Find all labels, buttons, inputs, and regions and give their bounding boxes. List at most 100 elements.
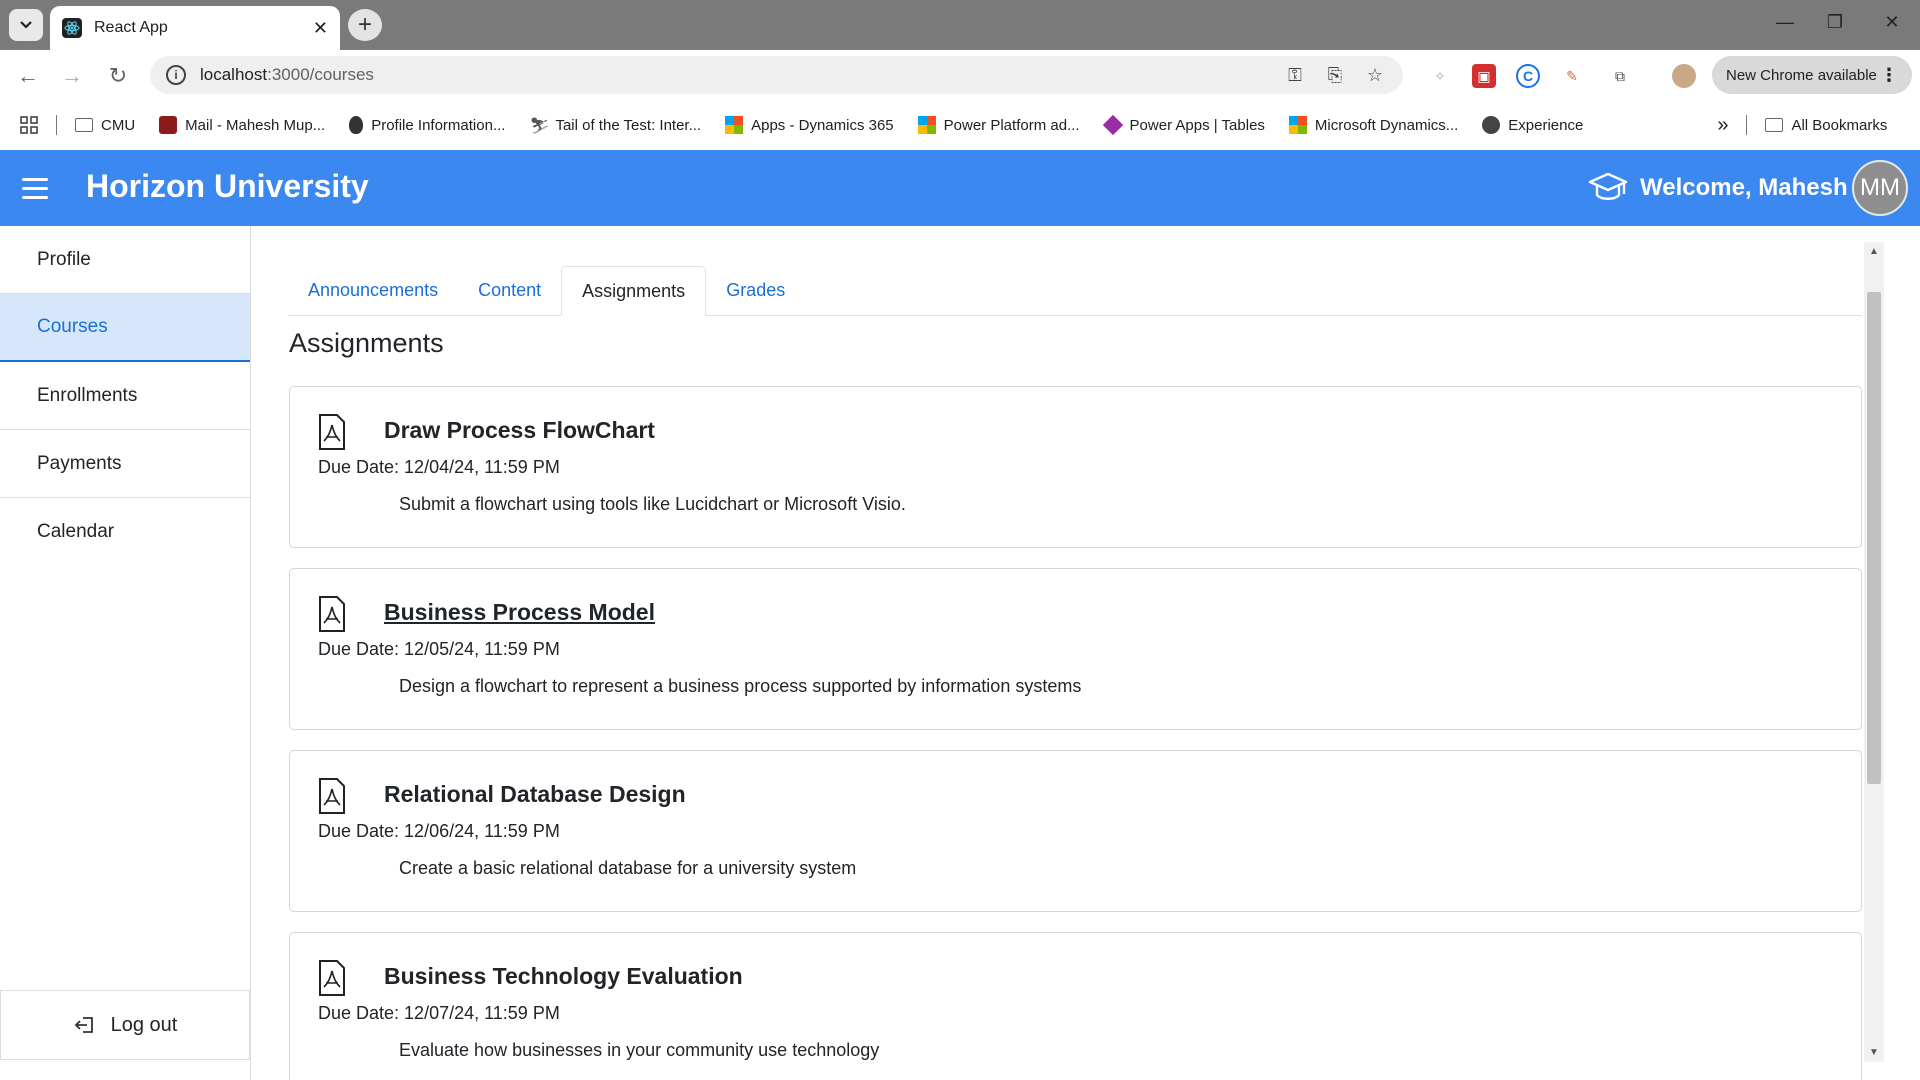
- tab-close-icon[interactable]: ✕: [313, 18, 328, 39]
- browser-tabstrip: React App ✕ + — ❐ ✕: [0, 0, 1920, 50]
- assignment-card: Business Process Model Due Date: 12/05/2…: [289, 568, 1862, 730]
- powerapps-icon: [1102, 114, 1123, 136]
- assignment-due-date: Due Date: 12/07/24, 11:59 PM: [318, 1003, 560, 1023]
- site-info-icon[interactable]: i: [166, 65, 186, 85]
- microsoft-icon: [917, 116, 936, 134]
- bookmark-item[interactable]: Power Platform ad...: [917, 116, 1080, 134]
- extensions-puzzle-icon[interactable]: ⧉: [1608, 64, 1632, 88]
- assignment-due-date: Due Date: 12/05/24, 11:59 PM: [318, 639, 560, 659]
- extension-sparkle-icon[interactable]: ✧: [1428, 64, 1452, 88]
- logout-label: Log out: [110, 1013, 178, 1036]
- browser-tab[interactable]: React App ✕: [50, 6, 340, 50]
- assignment-card: Draw Process FlowChart Due Date: 12/04/2…: [289, 386, 1862, 548]
- extension-c-icon[interactable]: C: [1516, 64, 1540, 88]
- bookmark-item[interactable]: Profile Information...: [349, 116, 505, 134]
- address-bar[interactable]: i localhost:3000/courses ⚿ ⎘ ☆: [150, 56, 1403, 94]
- assignment-card: Relational Database Design Due Date: 12/…: [289, 750, 1862, 912]
- forward-icon[interactable]: →: [58, 62, 86, 90]
- mail-icon: [159, 116, 178, 134]
- logout-button[interactable]: Log out: [0, 990, 250, 1060]
- browser-toolbar: ← → ↻ i localhost:3000/courses ⚿ ⎘ ☆ ✧ ▣…: [0, 50, 1920, 100]
- bookmarks-overflow-icon[interactable]: »: [1717, 114, 1728, 137]
- extension-red-icon[interactable]: ▣: [1472, 64, 1496, 88]
- bookmark-separator: [56, 115, 57, 135]
- back-icon[interactable]: ←: [14, 62, 42, 90]
- tab-announcements[interactable]: Announcements: [288, 266, 458, 314]
- content-scrollbar[interactable]: ▲ ▼: [1864, 242, 1884, 1062]
- minimize-icon[interactable]: —: [1770, 12, 1800, 33]
- brand-title: Horizon University: [86, 168, 369, 204]
- pdf-file-icon: [319, 960, 345, 996]
- bookmark-item[interactable]: Apps - Dynamics 365: [725, 116, 894, 134]
- sidebar-item-payments[interactable]: Payments: [0, 430, 250, 498]
- assignment-due-date: Due Date: 12/06/24, 11:59 PM: [318, 821, 560, 841]
- install-app-icon[interactable]: ⎘: [1323, 63, 1347, 87]
- chevron-down-icon: [20, 21, 32, 29]
- pdf-file-icon: [319, 414, 345, 450]
- welcome-text: Welcome, Mahesh: [1640, 174, 1848, 201]
- tab-content[interactable]: Content: [458, 266, 561, 314]
- bookmark-item[interactable]: CMU: [75, 117, 135, 134]
- assignment-title[interactable]: Business Process Model: [384, 599, 655, 626]
- assignment-title[interactable]: Draw Process FlowChart: [384, 417, 655, 444]
- all-bookmarks[interactable]: All Bookmarks: [1765, 117, 1887, 134]
- microsoft-icon: [1288, 116, 1307, 134]
- scrollbar-thumb[interactable]: [1867, 292, 1881, 784]
- assignment-title[interactable]: Relational Database Design: [384, 781, 686, 808]
- runner-icon: ⛷: [529, 118, 550, 135]
- menu-kebab-icon[interactable]: ⋮: [1880, 65, 1898, 86]
- pdf-file-icon: [319, 596, 345, 632]
- sidebar-item-profile[interactable]: Profile: [0, 226, 250, 294]
- sidebar: Profile Courses Enrollments Payments Cal…: [0, 226, 251, 1080]
- logout-icon: [74, 1017, 93, 1033]
- restore-icon[interactable]: ❐: [1820, 12, 1850, 33]
- chrome-update-label: New Chrome available: [1726, 66, 1877, 84]
- assignment-title[interactable]: Business Technology Evaluation: [384, 963, 743, 990]
- section-title: Assignments: [289, 328, 444, 358]
- assignment-due-date: Due Date: 12/04/24, 11:59 PM: [318, 457, 560, 477]
- sidebar-item-courses[interactable]: Courses: [0, 294, 250, 362]
- url-text[interactable]: localhost:3000/courses: [200, 65, 1267, 85]
- main-content: Announcements Content Assignments Grades…: [252, 226, 1872, 1080]
- course-tabs: Announcements Content Assignments Grades: [288, 266, 1862, 316]
- scroll-up-icon[interactable]: ▲: [1869, 246, 1879, 257]
- bookmark-item[interactable]: Experience: [1482, 116, 1583, 134]
- microsoft-icon: [725, 116, 744, 134]
- pdf-file-icon: [319, 778, 345, 814]
- hamburger-menu-icon[interactable]: [22, 178, 48, 199]
- bookmark-item[interactable]: Power Apps | Tables: [1102, 114, 1265, 136]
- extension-pen-icon[interactable]: ✎: [1560, 64, 1584, 88]
- bookmark-item[interactable]: Microsoft Dynamics...: [1288, 116, 1458, 134]
- bookmark-star-icon[interactable]: ☆: [1363, 63, 1387, 87]
- app-header: Horizon University Welcome, Mahesh MM: [0, 150, 1920, 226]
- scroll-down-icon[interactable]: ▼: [1869, 1047, 1879, 1058]
- apps-grid-icon[interactable]: [20, 116, 38, 134]
- sidebar-item-calendar[interactable]: Calendar: [0, 498, 250, 566]
- tab-title: React App: [94, 19, 168, 36]
- bookmark-separator: [1746, 115, 1748, 135]
- assignment-description: Create a basic relational database for a…: [399, 858, 857, 878]
- assignment-description: Evaluate how businesses in your communit…: [399, 1040, 880, 1060]
- bookmark-item[interactable]: ⛷ Tail of the Test: Inter...: [529, 116, 701, 136]
- graduation-cap-icon: [1588, 172, 1628, 200]
- new-tab-button[interactable]: +: [348, 9, 382, 41]
- avatar[interactable]: MM: [1852, 160, 1908, 216]
- profile-avatar-icon[interactable]: [1672, 64, 1696, 88]
- password-key-icon[interactable]: ⚿: [1283, 63, 1307, 87]
- folder-icon: [1765, 118, 1784, 132]
- assignment-card: Business Technology Evaluation Due Date:…: [289, 932, 1862, 1080]
- close-window-icon[interactable]: ✕: [1877, 12, 1907, 33]
- apple-icon: [349, 116, 364, 134]
- globe-icon: [1482, 116, 1501, 134]
- bookmarks-bar: CMU Mail - Mahesh Mup... Profile Informa…: [0, 100, 1920, 150]
- tab-search-button[interactable]: [9, 9, 43, 41]
- assignment-description: Design a flowchart to represent a busine…: [399, 676, 1082, 696]
- assignment-description: Submit a flowchart using tools like Luci…: [399, 494, 906, 514]
- sidebar-item-enrollments[interactable]: Enrollments: [0, 362, 250, 430]
- tab-assignments[interactable]: Assignments: [561, 266, 707, 316]
- folder-icon: [75, 118, 93, 132]
- tab-grades[interactable]: Grades: [706, 266, 805, 314]
- reload-icon[interactable]: ↻: [104, 62, 132, 90]
- chrome-update-button[interactable]: New Chrome available ⋮: [1712, 56, 1912, 94]
- bookmark-item[interactable]: Mail - Mahesh Mup...: [159, 116, 325, 134]
